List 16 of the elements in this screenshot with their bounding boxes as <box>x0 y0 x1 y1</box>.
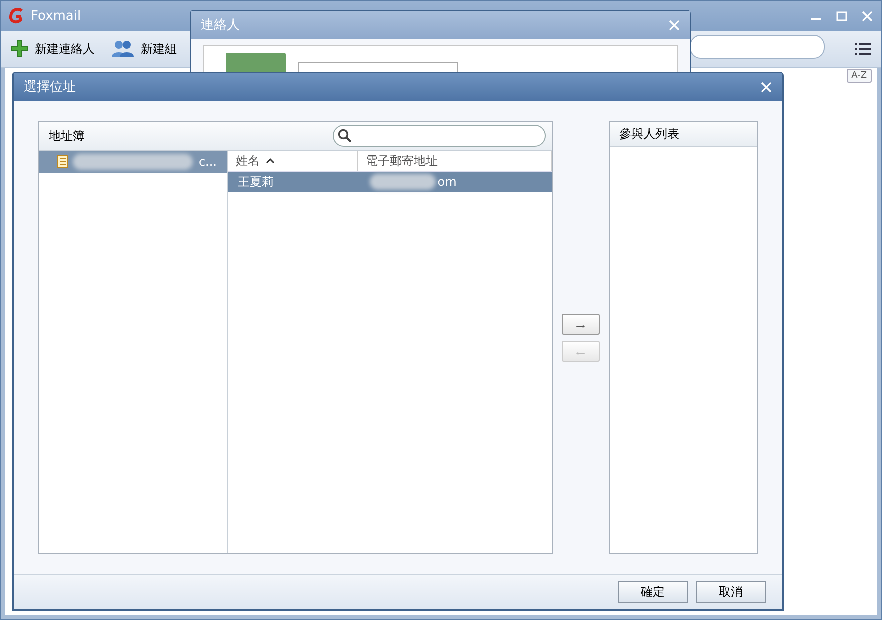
name-cell-text: 王夏莉 <box>237 174 275 190</box>
window-title: Foxmail <box>31 8 82 24</box>
contact-row[interactable]: 王夏莉 om <box>228 172 552 192</box>
ok-button[interactable]: 確定 <box>618 581 688 603</box>
toolbar-button[interactable]: 新建組 <box>111 40 177 58</box>
dialog-title: 選擇位址 <box>24 79 76 96</box>
sort-button[interactable]: A-Z <box>846 69 872 83</box>
toolbar-button[interactable]: 新建連絡人 <box>11 40 95 58</box>
add-button[interactable]: → <box>562 314 600 334</box>
dialog-title: 連絡人 <box>201 17 240 34</box>
column-header[interactable]: 電子郵寄地址 <box>358 151 552 171</box>
panel-title: 地址簿 <box>49 128 85 144</box>
email-text: om <box>438 175 457 189</box>
panel-title: 參與人列表 <box>620 126 680 142</box>
cancel-button[interactable]: 取消 <box>696 581 766 603</box>
column-header[interactable]: 姓名 <box>228 151 358 171</box>
